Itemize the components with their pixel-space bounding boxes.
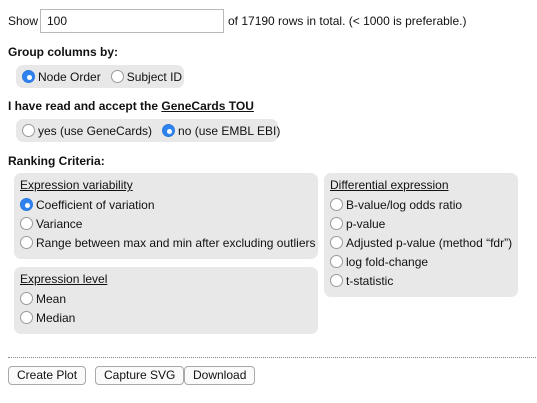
range-max-min-label: Range between max and min after excludin…: [36, 235, 316, 250]
b-value-label: B-value/log odds ratio: [346, 197, 463, 212]
rows-count-input[interactable]: [40, 9, 224, 33]
range-max-min-option[interactable]: Range between max and min after excludin…: [20, 233, 316, 252]
p-value-option[interactable]: p-value: [330, 214, 512, 233]
rows-total-text: of 17190 rows in total. (< 1000 is prefe…: [228, 14, 467, 28]
median-label: Median: [36, 310, 76, 325]
log-fold-change-radio[interactable]: [330, 255, 343, 268]
group-columns-radio-group: Node Order Subject ID: [16, 65, 184, 88]
p-value-radio[interactable]: [330, 217, 343, 230]
use-embl-ebi-option[interactable]: no (use EMBL EBI): [162, 124, 280, 138]
subject-id-radio[interactable]: [110, 70, 124, 83]
group-by-subject-id-option[interactable]: Subject ID: [110, 69, 183, 84]
use-embl-ebi-label: no (use EMBL EBI): [178, 123, 281, 138]
coefficient-of-variation-radio[interactable]: [20, 198, 33, 211]
mean-radio[interactable]: [20, 292, 33, 305]
mean-label: Mean: [36, 291, 67, 306]
tou-heading: I have read and accept the GeneCards TOU: [8, 99, 254, 113]
node-order-radio[interactable]: [22, 70, 35, 83]
download-button[interactable]: Download: [184, 366, 256, 385]
use-genecards-radio[interactable]: [22, 124, 35, 137]
differential-expression-title: Differential expression: [330, 178, 449, 192]
t-statistic-label: t-statistic: [346, 273, 394, 288]
b-value-radio[interactable]: [330, 198, 343, 211]
show-label: Show: [8, 14, 39, 28]
expression-level-panel: Expression level Mean Median: [14, 267, 318, 334]
genecards-tou-link[interactable]: GeneCards TOU: [161, 99, 253, 113]
range-max-min-radio[interactable]: [20, 236, 33, 249]
b-value-option[interactable]: B-value/log odds ratio: [330, 195, 512, 214]
differential-expression-panel: Differential expression B-value/log odds…: [324, 173, 518, 297]
expression-variability-panel: Expression variability Coefficient of va…: [14, 173, 318, 259]
node-order-label: Node Order: [38, 69, 101, 84]
expression-variability-title: Expression variability: [20, 178, 133, 192]
log-fold-change-label: log fold-change: [346, 254, 429, 269]
median-option[interactable]: Median: [20, 308, 312, 327]
capture-svg-button[interactable]: Capture SVG: [95, 366, 185, 385]
t-statistic-option[interactable]: t-statistic: [330, 271, 512, 290]
create-plot-button[interactable]: Create Plot: [8, 366, 87, 385]
variance-radio[interactable]: [20, 217, 33, 230]
variance-option[interactable]: Variance: [20, 214, 312, 233]
dotted-divider: [8, 357, 536, 358]
p-value-label: p-value: [346, 216, 386, 231]
adjusted-p-value-option[interactable]: Adjusted p-value (method “fdr”): [330, 233, 512, 252]
ranking-criteria-heading: Ranking Criteria:: [8, 154, 105, 168]
use-embl-ebi-radio[interactable]: [162, 124, 176, 137]
tou-heading-text: I have read and accept the: [8, 99, 159, 113]
expression-level-title: Expression level: [20, 272, 108, 286]
log-fold-change-option[interactable]: log fold-change: [330, 252, 512, 271]
t-statistic-radio[interactable]: [330, 274, 343, 287]
mean-option[interactable]: Mean: [20, 289, 312, 308]
coefficient-of-variation-option[interactable]: Coefficient of variation: [20, 195, 312, 214]
tou-radio-group: yes (use GeneCards) no (use EMBL EBI): [16, 119, 280, 142]
coefficient-of-variation-label: Coefficient of variation: [36, 197, 155, 212]
subject-id-label: Subject ID: [126, 69, 183, 84]
adjusted-p-value-label: Adjusted p-value (method “fdr”): [346, 235, 513, 250]
use-genecards-label: yes (use GeneCards): [38, 123, 153, 138]
group-by-node-order-option[interactable]: Node Order: [22, 70, 101, 84]
median-radio[interactable]: [20, 311, 33, 324]
group-columns-heading: Group columns by:: [8, 45, 119, 59]
variance-label: Variance: [36, 216, 83, 231]
use-genecards-option[interactable]: yes (use GeneCards): [22, 124, 152, 138]
adjusted-p-value-radio[interactable]: [330, 236, 343, 249]
